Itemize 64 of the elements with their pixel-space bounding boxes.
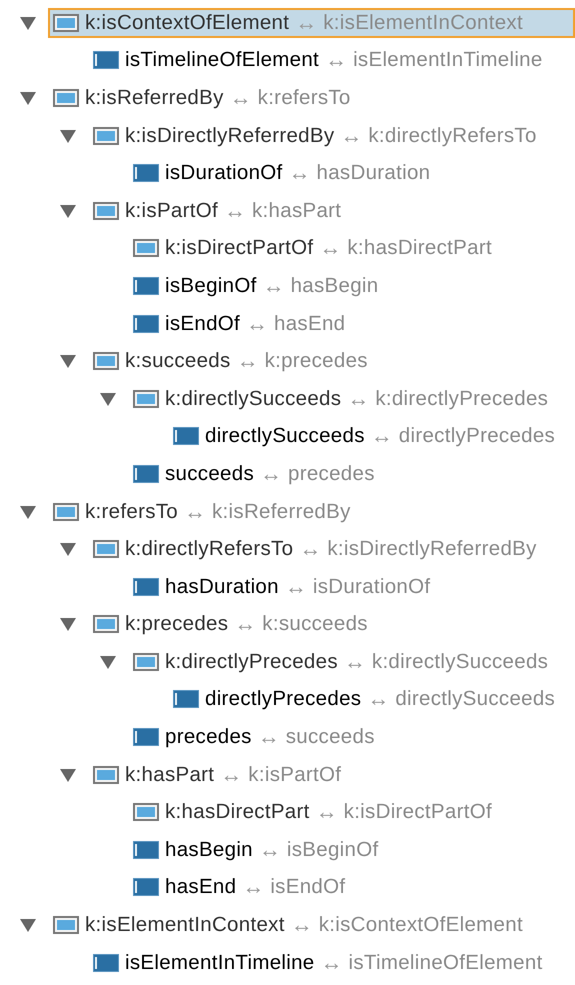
tree-item[interactable]: k:hasDirectPart ↔ k:isDirectPartOf bbox=[128, 797, 575, 828]
property-icon bbox=[133, 652, 159, 671]
property-icon bbox=[133, 840, 159, 859]
property-icon bbox=[133, 878, 159, 896]
caret-icon[interactable] bbox=[19, 917, 37, 934]
tree-item[interactable]: isTimelineOfElement ↔ isElementInTimeline bbox=[88, 45, 575, 76]
tree-item[interactable]: k:isDirectlyReferredBy ↔ k:directlyRefersTo bbox=[88, 120, 575, 151]
property-icon bbox=[93, 126, 119, 145]
property-icon bbox=[133, 728, 159, 746]
caret-icon[interactable] bbox=[19, 90, 37, 106]
caret-icon[interactable] bbox=[59, 128, 77, 144]
property-icon bbox=[93, 51, 119, 70]
property-icon bbox=[93, 352, 119, 370]
tree-item[interactable]: k:directlyPrecedes ↔ k:directlySucceeds bbox=[128, 646, 575, 677]
tree-item[interactable]: hasBegin ↔ isBeginOf bbox=[128, 834, 575, 865]
tree-item[interactable]: hasDuration ↔ isDurationOf bbox=[128, 572, 575, 602]
caret-icon[interactable] bbox=[99, 654, 117, 670]
tree-item[interactable]: isBeginOf ↔ hasBegin bbox=[128, 270, 575, 301]
property-icon bbox=[53, 502, 79, 521]
tree-item[interactable]: k:refersTo ↔ k:isReferredBy bbox=[48, 496, 575, 527]
caret-icon[interactable] bbox=[59, 353, 77, 370]
tree-item[interactable]: k:isDirectPartOf ↔ k:hasDirectPart bbox=[128, 233, 575, 264]
property-icon bbox=[93, 540, 119, 558]
caret-icon[interactable] bbox=[59, 541, 77, 558]
property-icon bbox=[133, 239, 159, 258]
tree-item[interactable]: k:hasPart ↔ k:isPartOf bbox=[88, 760, 575, 790]
property-icon bbox=[173, 690, 199, 708]
tree-item[interactable]: isEndOf ↔ hasEnd bbox=[128, 308, 575, 339]
property-icon bbox=[173, 427, 199, 446]
tree-item[interactable]: directlyPrecedes ↔ directlySucceeds bbox=[168, 684, 575, 714]
property-icon bbox=[93, 615, 119, 634]
tree-item[interactable]: isElementInTimeline ↔ isTimelineOfElement bbox=[88, 948, 575, 978]
tree-item[interactable]: k:directlySucceeds ↔ k:directlyPrecedes bbox=[128, 384, 575, 414]
caret-icon[interactable] bbox=[19, 14, 37, 31]
tree-item[interactable]: k:isPartOf ↔ k:hasPart bbox=[88, 196, 575, 226]
tree-item[interactable]: k:precedes ↔ k:succeeds bbox=[88, 609, 575, 640]
tree-item[interactable]: k:isContextOfElement ↔ k:isElementInContext bbox=[48, 8, 575, 38]
tree-item[interactable]: precedes ↔ succeeds bbox=[128, 722, 575, 752]
property-icon bbox=[133, 314, 159, 333]
tree-item[interactable]: k:isElementInContext ↔ k:isContextOfElement bbox=[48, 910, 575, 940]
property-icon bbox=[53, 916, 79, 934]
property-icon bbox=[53, 14, 79, 32]
property-icon bbox=[133, 390, 159, 408]
caret-icon[interactable] bbox=[59, 766, 77, 783]
property-icon bbox=[53, 88, 79, 107]
tree-item[interactable]: k:succeeds ↔ k:precedes bbox=[88, 346, 575, 376]
property-icon bbox=[93, 954, 119, 972]
property-icon bbox=[133, 578, 159, 596]
caret-icon[interactable] bbox=[59, 616, 77, 632]
tree-item[interactable]: directlySucceeds ↔ directlyPrecedes bbox=[168, 421, 575, 452]
tree-item[interactable]: hasEnd ↔ isEndOf bbox=[128, 872, 575, 902]
caret-icon[interactable] bbox=[19, 504, 37, 520]
property-icon bbox=[133, 464, 159, 483]
property-icon bbox=[93, 766, 119, 784]
caret-icon[interactable] bbox=[99, 390, 117, 407]
caret-icon[interactable] bbox=[59, 202, 77, 219]
property-icon bbox=[133, 276, 159, 295]
property-icon bbox=[133, 164, 159, 182]
tree-item[interactable]: succeeds ↔ precedes bbox=[128, 458, 575, 489]
tree-item[interactable]: isDurationOf ↔ hasDuration bbox=[128, 158, 575, 188]
tree-item[interactable]: k:isReferredBy ↔ k:refersTo bbox=[48, 82, 575, 113]
property-icon bbox=[93, 202, 119, 220]
tree-item[interactable]: k:directlyRefersTo ↔ k:isDirectlyReferredBy bbox=[88, 534, 575, 564]
property-icon bbox=[133, 803, 159, 822]
